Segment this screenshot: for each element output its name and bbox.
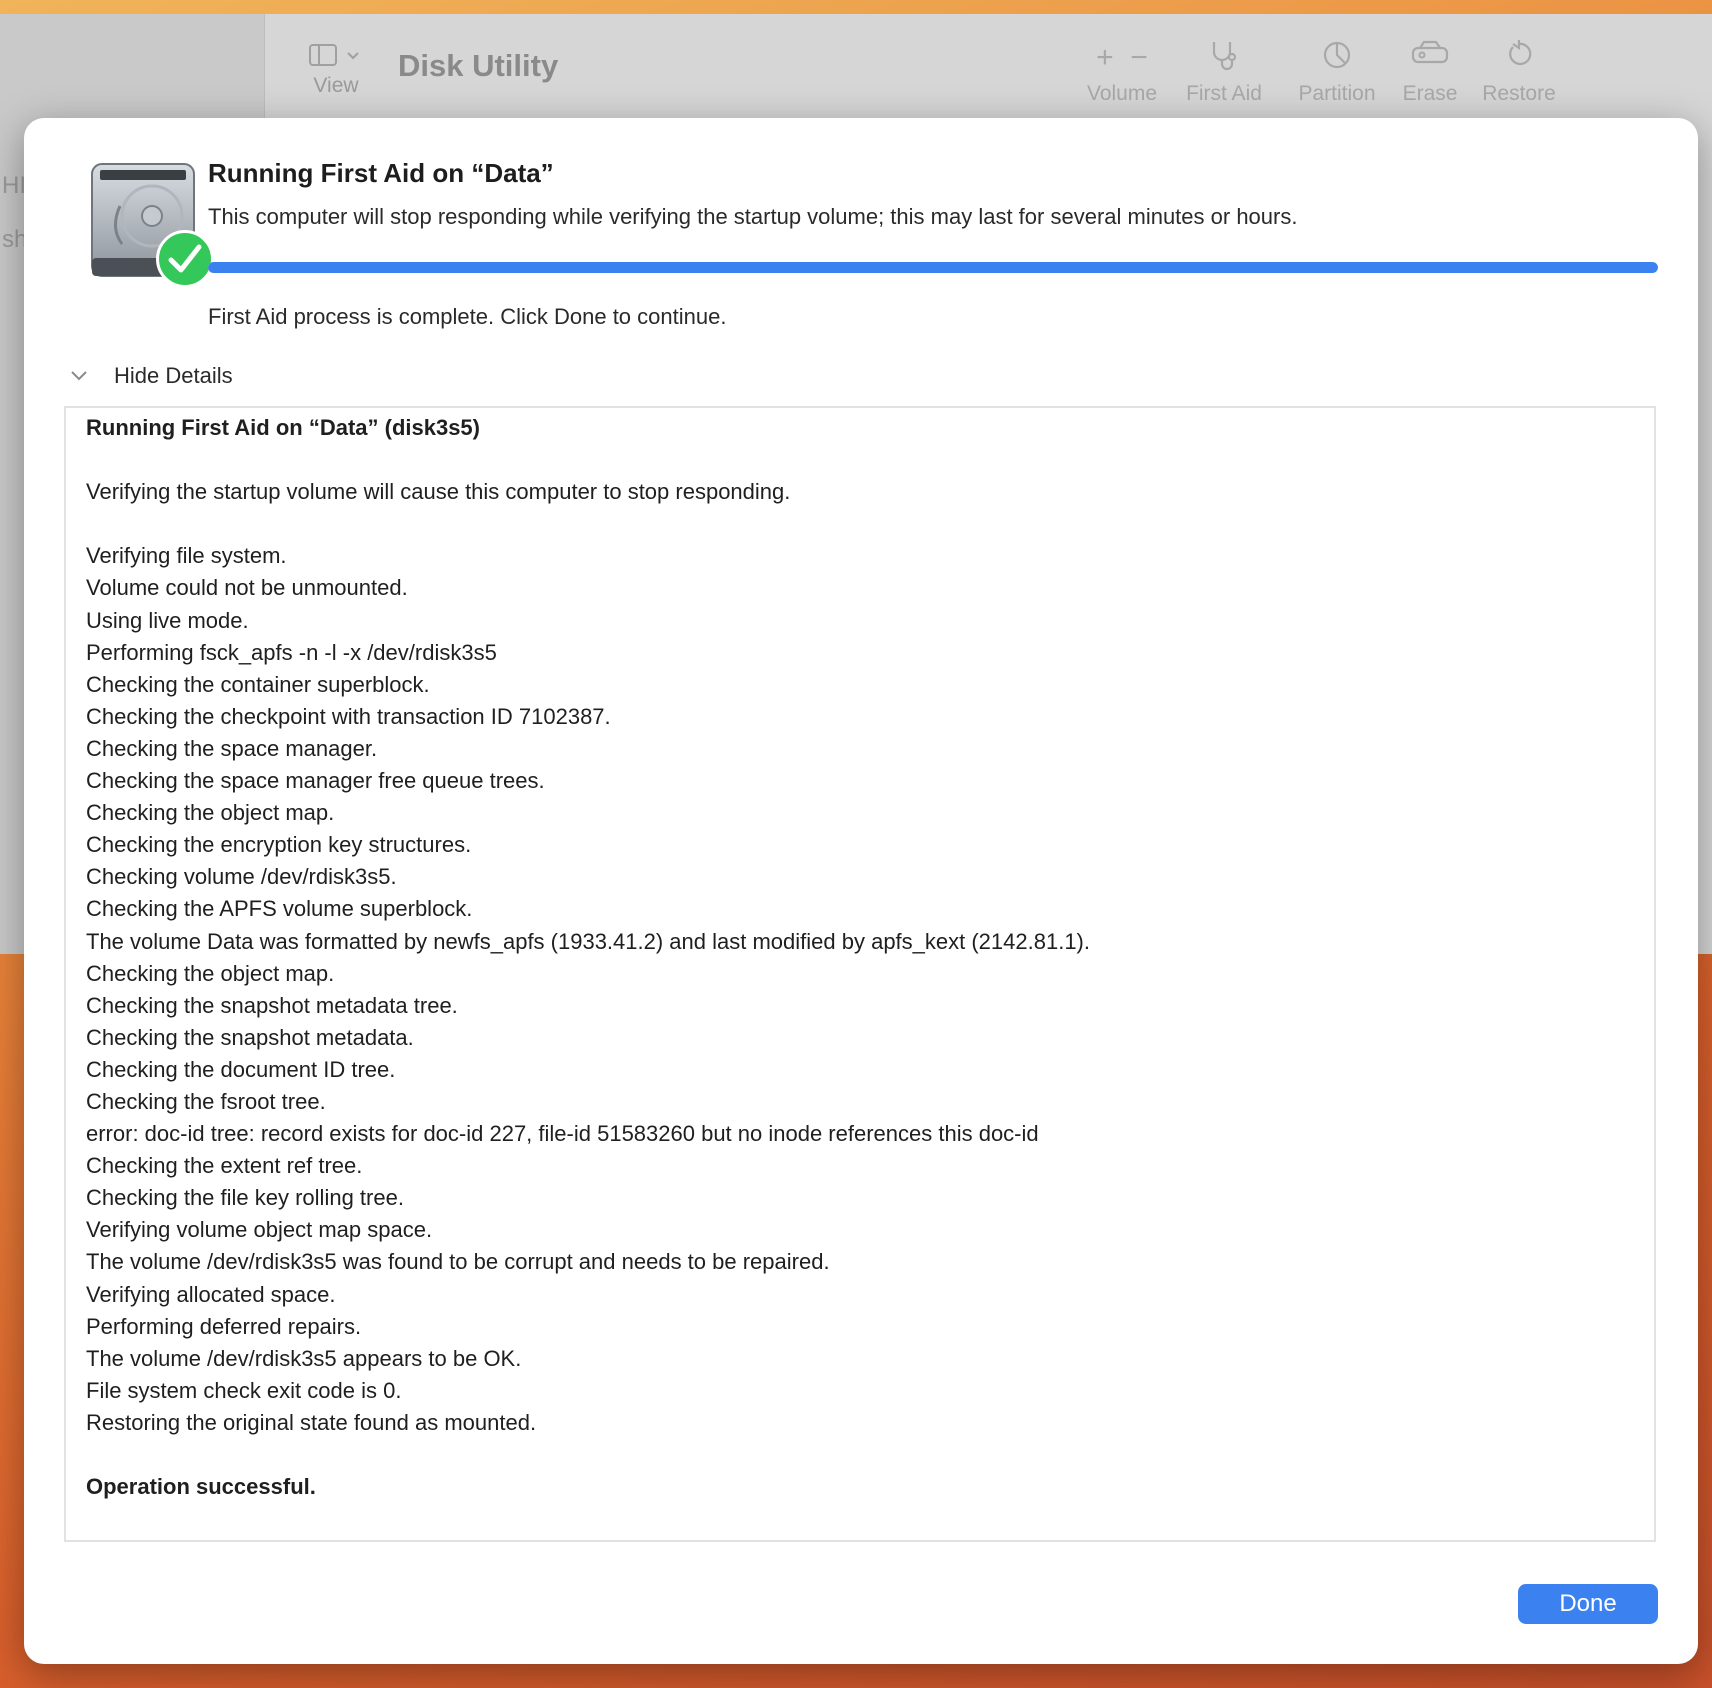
sidebar-toggle-icon bbox=[306, 42, 366, 74]
log-blank-line bbox=[86, 508, 1634, 540]
log-line: Restoring the original state found as mo… bbox=[86, 1409, 537, 1435]
log-line: File system check exit code is 0. bbox=[86, 1377, 402, 1403]
restore-button[interactable]: Restore bbox=[1474, 38, 1564, 106]
log-line: Verifying the startup volume will cause … bbox=[86, 479, 791, 505]
log-line: error: doc-id tree: record exists for do… bbox=[86, 1121, 1039, 1147]
log-line: Performing deferred repairs. bbox=[86, 1313, 362, 1339]
log-blank-line bbox=[86, 444, 1634, 476]
progress-bar bbox=[208, 262, 1658, 273]
progress-fill bbox=[208, 262, 1658, 273]
log-line: Verifying allocated space. bbox=[86, 1281, 336, 1307]
stethoscope-icon bbox=[1176, 38, 1272, 78]
log-line: Checking the space manager. bbox=[86, 735, 378, 761]
volume-button[interactable]: + − Volume bbox=[1070, 38, 1174, 106]
log-line: Running First Aid on “Data” (disk3s5) bbox=[86, 415, 480, 440]
log-line: Checking the extent ref tree. bbox=[86, 1153, 363, 1179]
restore-label: Restore bbox=[1482, 82, 1556, 105]
log-line: The volume /dev/rdisk3s5 was found to be… bbox=[86, 1249, 830, 1275]
log-line: Using live mode. bbox=[86, 607, 249, 633]
log-line: The volume Data was formatted by newfs_a… bbox=[86, 928, 1090, 954]
first-aid-sheet: Running First Aid on “Data” This compute… bbox=[24, 118, 1698, 1664]
log-line: Checking the fsroot tree. bbox=[86, 1088, 326, 1114]
volume-label: Volume bbox=[1086, 82, 1158, 105]
log-line: Checking the snapshot metadata. bbox=[86, 1024, 414, 1050]
sidebar-text-fragment: HI bbox=[2, 172, 26, 199]
app-title: Disk Utility bbox=[398, 48, 559, 83]
erase-button[interactable]: Erase bbox=[1390, 38, 1470, 106]
log-line: Checking the file key rolling tree. bbox=[86, 1185, 404, 1211]
first-aid-button[interactable]: First Aid bbox=[1176, 38, 1272, 106]
first-aid-log[interactable]: Running First Aid on “Data” (disk3s5) Ver… bbox=[64, 406, 1656, 1542]
log-line: Checking volume /dev/rdisk3s5. bbox=[86, 864, 397, 890]
internal-disk-icon bbox=[70, 158, 214, 288]
log-line: Operation successful. bbox=[86, 1474, 316, 1500]
hide-details-toggle[interactable]: Hide Details bbox=[64, 358, 233, 394]
log-line: Checking the encryption key structures. bbox=[86, 832, 472, 858]
checkmark-badge-icon bbox=[156, 230, 214, 288]
log-line: Checking the container superblock. bbox=[86, 671, 430, 697]
add-remove-volume-icon: + − bbox=[1096, 41, 1148, 74]
log-line: Checking the checkpoint with transaction… bbox=[86, 703, 611, 729]
pie-chart-icon bbox=[1282, 38, 1392, 78]
log-blank-line bbox=[86, 1439, 1634, 1471]
hide-details-label: Hide Details bbox=[114, 363, 233, 388]
log-line: Performing fsck_apfs -n -l -x /dev/rdisk… bbox=[86, 639, 497, 665]
status-message: First Aid process is complete. Click Don… bbox=[208, 304, 727, 329]
log-line: Verifying file system. bbox=[86, 543, 287, 569]
partition-button[interactable]: Partition bbox=[1282, 38, 1392, 106]
dialog-subtitle: This computer will stop responding while… bbox=[208, 204, 1298, 229]
toolbar: View Disk Utility + − Volume First Aid P… bbox=[264, 14, 1712, 118]
log-line: Checking the object map. bbox=[86, 960, 335, 986]
restore-arrow-icon bbox=[1474, 38, 1564, 78]
log-line: Volume could not be unmounted. bbox=[86, 575, 408, 601]
log-line: Checking the document ID tree. bbox=[86, 1056, 396, 1082]
log-line: Verifying volume object map space. bbox=[86, 1217, 433, 1243]
log-line: Checking the space manager free queue tr… bbox=[86, 768, 545, 794]
eraser-icon bbox=[1390, 38, 1470, 78]
done-button[interactable]: Done bbox=[1518, 1584, 1658, 1624]
erase-label: Erase bbox=[1402, 82, 1458, 105]
chevron-down-icon bbox=[64, 366, 94, 387]
first-aid-label: First Aid bbox=[1186, 82, 1262, 105]
log-line: Checking the object map. bbox=[86, 800, 335, 826]
view-label: View bbox=[313, 74, 359, 97]
dialog-title: Running First Aid on “Data” bbox=[208, 158, 554, 188]
log-line: Checking the snapshot metadata tree. bbox=[86, 992, 458, 1018]
partition-label: Partition bbox=[1298, 82, 1376, 105]
log-line: Checking the APFS volume superblock. bbox=[86, 896, 473, 922]
view-button[interactable]: View bbox=[306, 42, 366, 98]
log-line: The volume /dev/rdisk3s5 appears to be O… bbox=[86, 1345, 522, 1371]
